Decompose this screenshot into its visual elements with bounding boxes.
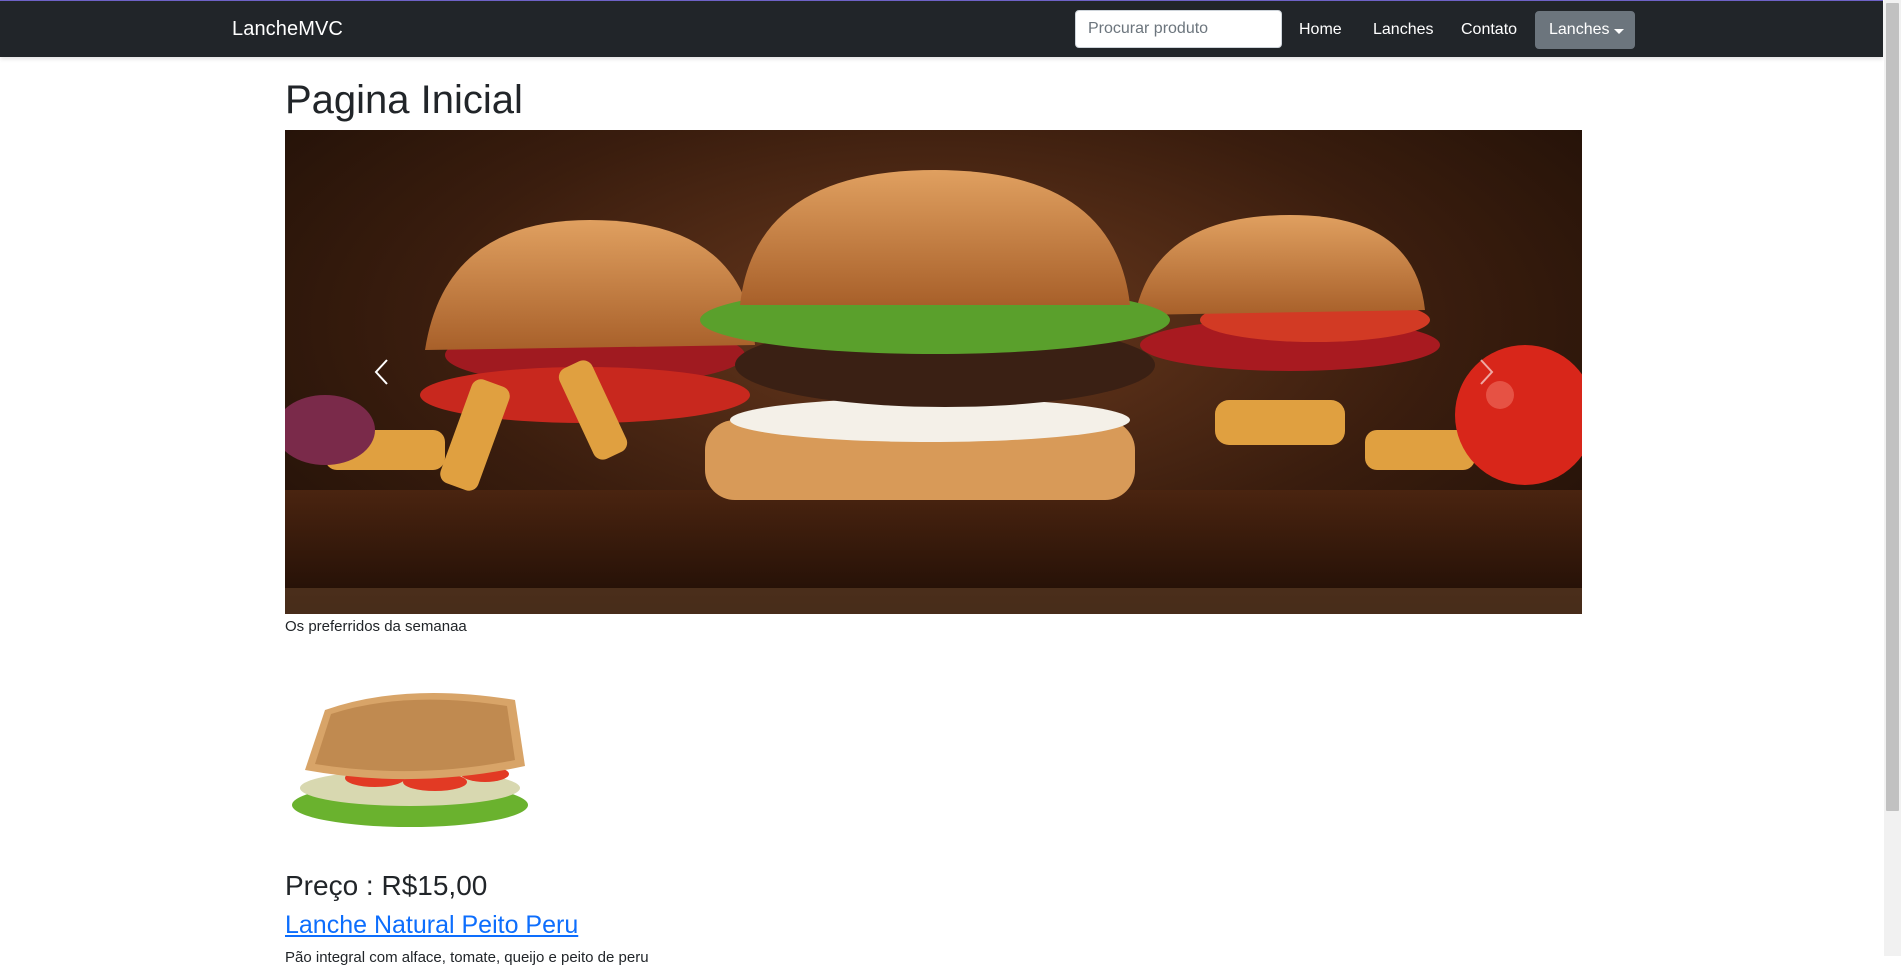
product-price: Preço : R$15,00: [285, 870, 488, 901]
caret-down-icon: [1614, 29, 1624, 34]
chevron-left-icon: [374, 359, 388, 385]
chevron-right-icon: [1480, 359, 1494, 385]
nav-link-home[interactable]: Home: [1299, 21, 1342, 39]
product-image-sandwich: [292, 692, 528, 827]
dropdown-label: Lanches: [1549, 21, 1610, 38]
carousel-caption: Os preferridos da semanaa: [285, 618, 467, 635]
scrollbar-thumb[interactable]: [1886, 3, 1899, 811]
navbar: LancheMVC Home Lanches Contato Lanches: [0, 1, 1883, 57]
carousel: [285, 130, 1582, 614]
page-title: Pagina Inicial: [285, 78, 523, 122]
carousel-next-button[interactable]: [1387, 130, 1582, 614]
nav-link-contato[interactable]: Contato: [1461, 21, 1517, 39]
carousel-prev-button[interactable]: [285, 130, 480, 614]
product-name-link[interactable]: Lanche Natural Peito Peru: [285, 911, 578, 940]
search-input[interactable]: [1075, 10, 1282, 48]
lanches-dropdown-button[interactable]: Lanches: [1535, 11, 1635, 49]
brand-link[interactable]: LancheMVC: [232, 18, 343, 41]
nav-link-lanches[interactable]: Lanches: [1373, 21, 1434, 39]
product-description: Pão integral com alface, tomate, queijo …: [285, 949, 649, 966]
